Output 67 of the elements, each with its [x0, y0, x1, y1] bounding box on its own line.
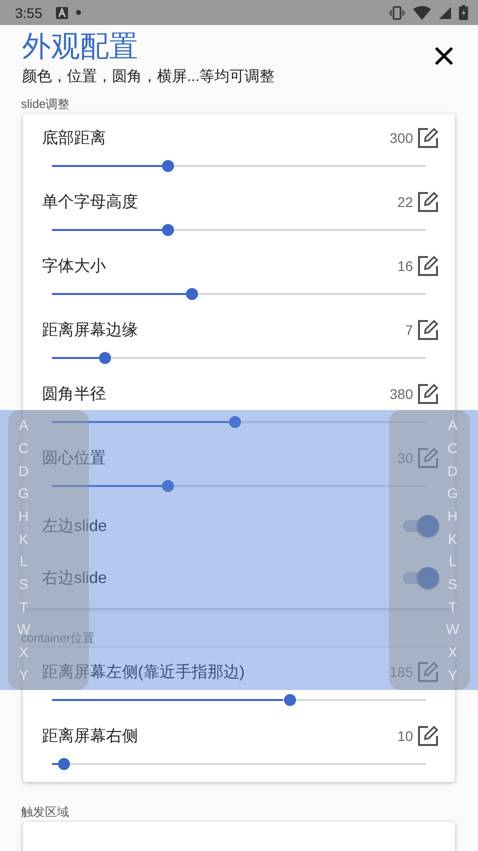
index-letter[interactable]: C — [18, 440, 29, 456]
setting-label: 距离屏幕右侧 — [42, 726, 139, 746]
edit-icon[interactable] — [417, 191, 439, 213]
slider-thumb[interactable] — [228, 416, 241, 428]
setting-label: 左边slide — [42, 516, 108, 536]
setting-label: 右边slide — [42, 568, 108, 588]
setting-label: 距离屏幕左侧(靠近手指那边) — [42, 662, 246, 682]
slider-thumb[interactable] — [186, 288, 198, 300]
edit-icon[interactable] — [417, 127, 439, 149]
slider-thumb[interactable] — [162, 224, 174, 236]
index-letter[interactable]: G — [447, 485, 458, 502]
index-letter[interactable]: S — [448, 576, 458, 592]
index-letter[interactable]: X — [18, 644, 28, 660]
slider-thumb[interactable] — [284, 694, 296, 706]
battery-icon — [459, 5, 468, 20]
signal-icon — [439, 6, 451, 18]
index-letter[interactable]: A — [18, 417, 28, 434]
index-letter[interactable]: G — [18, 485, 30, 502]
dot-icon — [76, 10, 82, 15]
section-label: 触发区域 — [21, 804, 69, 821]
slider-thumb[interactable] — [98, 352, 111, 364]
index-letter[interactable]: D — [18, 462, 29, 479]
setting-label: 距离屏幕边缘 — [42, 320, 139, 340]
index-letter[interactable]: Y — [448, 666, 458, 683]
index-letter[interactable]: L — [448, 553, 456, 570]
setting-label: 底部距离 — [42, 128, 107, 148]
index-letter[interactable]: C — [448, 440, 458, 456]
setting-value: 380 — [390, 386, 413, 402]
close-icon — [434, 46, 454, 66]
setting-label: 字体大小 — [42, 256, 107, 276]
edit-icon[interactable] — [417, 383, 439, 405]
index-letter[interactable]: Y — [18, 666, 28, 683]
setting-label: 圆角半径 — [42, 384, 107, 404]
slider-thumb[interactable] — [162, 480, 174, 492]
vibrate-icon — [389, 6, 405, 20]
slider-thumb[interactable] — [58, 758, 70, 770]
index-letter[interactable]: T — [19, 598, 28, 615]
edit-icon[interactable] — [417, 725, 439, 747]
page-subtitle: 颜色，位置，圆角，横屏...等均可调整 — [22, 67, 276, 87]
setting-label: 单个字母高度 — [42, 192, 139, 212]
index-letter[interactable]: K — [448, 530, 458, 547]
setting-value: 300 — [390, 130, 413, 146]
section-label: slide调整 — [21, 96, 70, 113]
index-letter[interactable]: T — [448, 598, 457, 615]
setting-value: 22 — [397, 194, 413, 210]
wifi-icon — [413, 6, 431, 20]
slider-thumb[interactable] — [162, 160, 174, 172]
edit-icon[interactable] — [417, 255, 439, 277]
index-letter[interactable]: S — [18, 576, 28, 592]
setting-label: 圆心位置 — [42, 448, 107, 468]
setting-value: 10 — [397, 728, 413, 744]
setting-value: 7 — [405, 322, 413, 338]
edit-icon[interactable] — [417, 319, 439, 341]
notification-icon — [56, 6, 68, 18]
toggle-switch[interactable] — [401, 514, 439, 538]
index-letter[interactable]: W — [446, 621, 460, 638]
index-letter[interactable]: K — [18, 530, 28, 547]
index-letter[interactable]: H — [18, 508, 29, 524]
setting-value: 16 — [397, 258, 413, 274]
page-title: 外观配置 — [22, 30, 139, 65]
index-letter[interactable]: L — [20, 553, 28, 570]
index-letter[interactable]: H — [448, 508, 458, 524]
index-letter[interactable]: A — [448, 417, 458, 434]
toggle-switch[interactable] — [401, 566, 439, 590]
index-letter[interactable]: X — [448, 644, 458, 660]
status-time: 3:55 — [15, 4, 42, 20]
index-letter[interactable]: D — [448, 462, 458, 479]
